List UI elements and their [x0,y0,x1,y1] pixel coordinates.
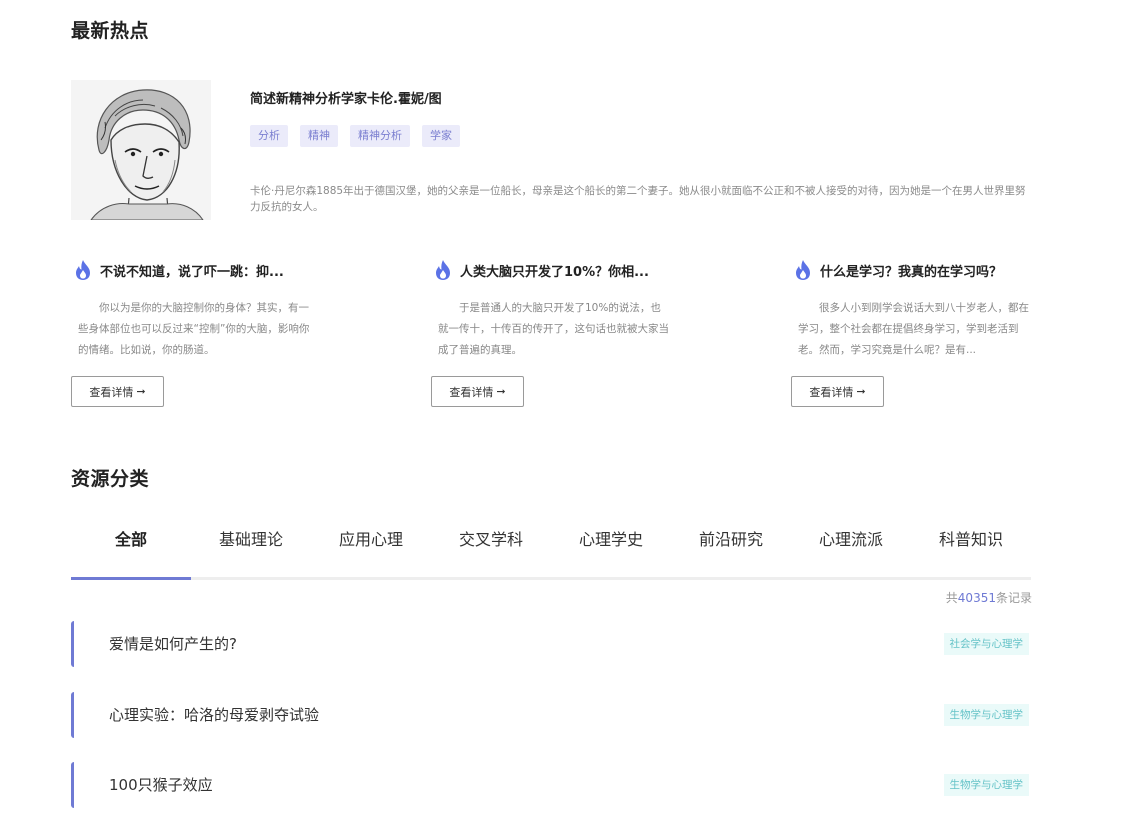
view-details-label: 查看详情 [89,385,134,399]
tag[interactable]: 学家 [422,125,460,147]
tab-all[interactable]: 全部 [71,520,191,580]
flame-icon [76,260,90,280]
hot-card-title[interactable]: 什么是学习？我真的在学习吗？ [820,261,1002,280]
tab-basic-theory[interactable]: 基础理论 [191,520,311,580]
flame-icon [796,260,810,280]
tab-popular-science[interactable]: 科普知识 [911,520,1031,580]
tag[interactable]: 精神 [300,125,338,147]
tag[interactable]: 精神分析 [350,125,410,147]
resource-category-badge: 生物学与心理学 [943,774,1029,796]
view-details-button[interactable]: 查看详情 ➞ [71,376,164,407]
record-count-prefix: 共 [945,591,958,605]
tab-frontier-research[interactable]: 前沿研究 [671,520,791,580]
hot-card-summary: 很多人小到刚学会说话大到八十岁老人，都在学习，整个社会都在提倡终身学习，学到老活… [798,302,1029,356]
view-details-button[interactable]: 查看详情 ➞ [791,376,884,407]
featured-tags: 分析 精神 精神分析 学家 [250,125,460,147]
arrow-right-icon: ➞ [136,385,146,398]
view-details-button[interactable]: 查看详情 ➞ [431,376,524,407]
hot-section-title: 最新热点 [71,20,150,42]
arrow-right-icon: ➞ [496,385,506,398]
record-count: 共40351条记录 [946,589,1032,606]
view-details-label: 查看详情 [449,385,494,399]
resource-list-item[interactable]: 爱情是如何产生的? 社会学与心理学 [71,621,1031,667]
arrow-right-icon: ➞ [856,385,866,398]
hot-card-title[interactable]: 不说不知道，说了吓一跳：抑... [100,261,284,280]
flame-icon [436,260,450,280]
resources-section-title: 资源分类 [71,468,150,490]
tab-schools[interactable]: 心理流派 [791,520,911,580]
featured-portrait-image[interactable] [71,80,211,220]
resource-title[interactable]: 100只猴子效应 [109,762,213,808]
tab-interdisciplinary[interactable]: 交叉学科 [431,520,551,580]
resource-list-item[interactable]: 心理实验：哈洛的母爱剥夺试验 生物学与心理学 [71,692,1031,738]
hot-card: 不说不知道，说了吓一跳：抑... 你以为是你的大脑控制你的身体？其实，有一些身体… [71,258,311,407]
page: 最新热点 简述新精神分析学家卡伦.霍妮/图 分析 精神 精神分析 学家 卡伦·丹… [0,0,1148,819]
tag[interactable]: 分析 [250,125,288,147]
hot-card: 什么是学习？我真的在学习吗？ 很多人小到刚学会说话大到八十岁老人，都在学习，整个… [791,258,1031,407]
tab-applied-psychology[interactable]: 应用心理 [311,520,431,580]
hot-card-summary: 你以为是你的大脑控制你的身体？其实，有一些身体部位也可以反过来“控制”你的大脑，… [78,302,310,356]
hot-card: 人类大脑只开发了10%？你相... 于是普通人的大脑只开发了10%的说法，也就一… [431,258,671,407]
portrait-sketch [71,80,211,220]
resource-category-badge: 社会学与心理学 [943,633,1029,655]
category-tabs: 全部 基础理论 应用心理 交叉学科 心理学史 前沿研究 心理流派 科普知识 [71,520,1031,580]
resource-title[interactable]: 心理实验：哈洛的母爱剥夺试验 [109,692,319,738]
resource-category-badge: 生物学与心理学 [943,704,1029,726]
featured-title[interactable]: 简述新精神分析学家卡伦.霍妮/图 [250,88,442,107]
view-details-label: 查看详情 [809,385,854,399]
record-count-number: 40351 [957,591,996,605]
record-count-suffix: 条记录 [995,591,1032,605]
featured-description: 卡伦·丹尼尔森1885年出于德国汉堡，她的父亲是一位船长，母亲是这个船长的第二个… [250,185,1026,213]
hot-card-title[interactable]: 人类大脑只开发了10%？你相... [460,261,649,280]
tab-history[interactable]: 心理学史 [551,520,671,580]
resource-list-item[interactable]: 100只猴子效应 生物学与心理学 [71,762,1031,808]
resource-title[interactable]: 爱情是如何产生的? [109,621,237,667]
hot-card-summary: 于是普通人的大脑只开发了10%的说法，也就一传十，十传百的传开了，这句话也就被大… [438,302,669,356]
